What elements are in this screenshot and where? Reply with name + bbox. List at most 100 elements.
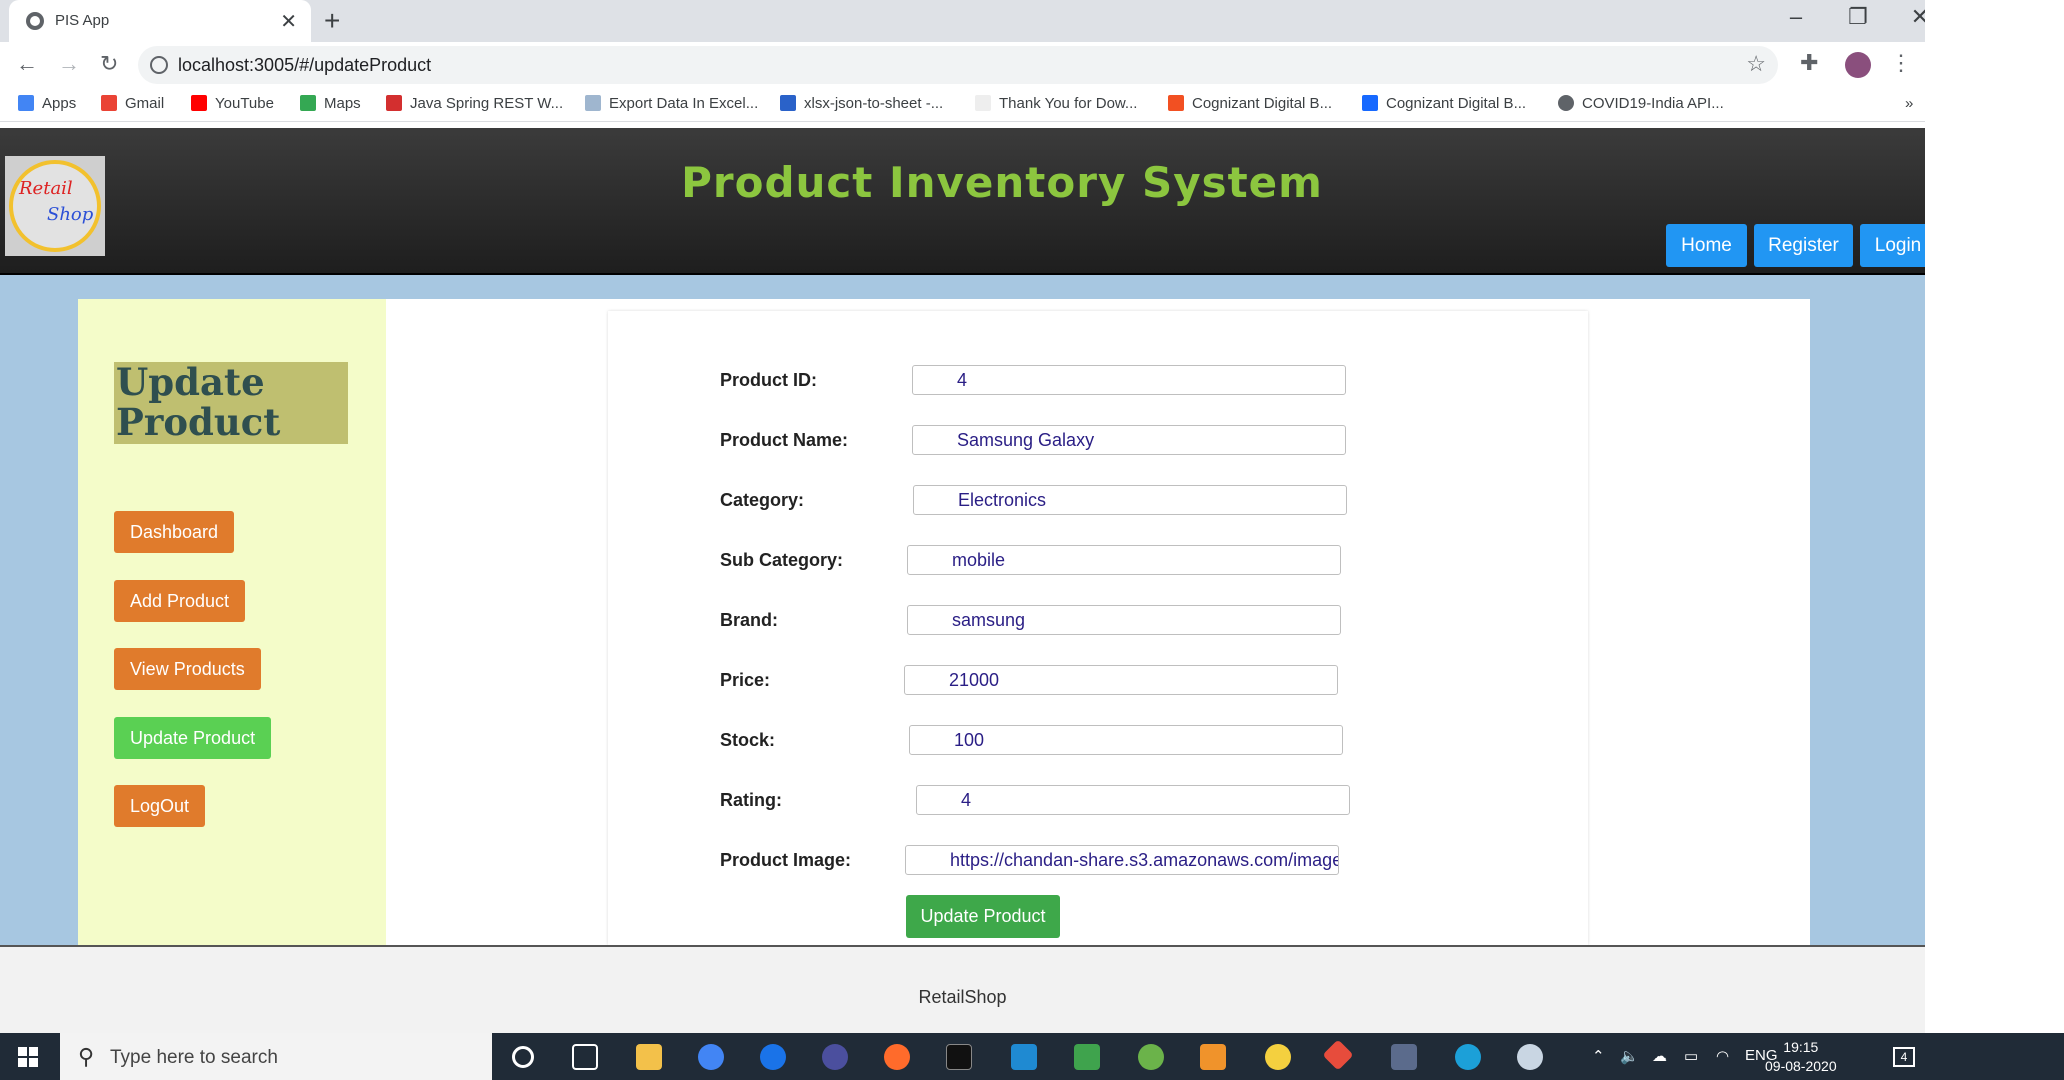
browser-toolbar: ← → ↻ localhost:3005/#/updateProduct ☆ ✚… <box>0 42 1925 88</box>
product-name-input[interactable] <box>912 425 1346 455</box>
internet-explorer-icon[interactable] <box>760 1044 786 1070</box>
rating-input[interactable] <box>916 785 1350 815</box>
star-icon[interactable]: ☆ <box>1746 51 1766 77</box>
menu-icon[interactable]: ⋮ <box>1890 50 1912 76</box>
search-icon: ⚲ <box>78 1044 95 1069</box>
bookmark-java-spring[interactable]: Java Spring REST W... <box>386 95 563 112</box>
battery-icon[interactable]: ▭ <box>1684 1047 1698 1065</box>
tab-title: PIS App <box>55 12 110 29</box>
app-icon[interactable] <box>1265 1044 1291 1070</box>
microsoft-icon <box>1168 95 1184 111</box>
paint-icon[interactable] <box>1517 1044 1543 1070</box>
info-icon[interactable] <box>150 56 168 74</box>
edge-icon[interactable] <box>1455 1044 1481 1070</box>
price-label: Price: <box>720 670 771 690</box>
windows-start-icon[interactable] <box>18 1047 38 1067</box>
footer-text: RetailShop <box>918 987 1007 1007</box>
eclipse-icon[interactable] <box>822 1044 848 1070</box>
rating-label: Rating: <box>720 790 782 810</box>
search-placeholder: Type here to search <box>110 1047 278 1068</box>
bolt-icon <box>780 95 796 111</box>
cortana-icon[interactable] <box>512 1046 534 1068</box>
add-product-button[interactable]: Add Product <box>114 580 246 622</box>
bookmark-cognizant-2[interactable]: Cognizant Digital B... <box>1362 95 1526 112</box>
bookmarks-bar: Apps Gmail YouTube Maps Java Spring REST… <box>0 88 1925 122</box>
chevron-up-icon[interactable]: ⌃ <box>1592 1047 1605 1065</box>
gmail-icon <box>101 95 117 111</box>
maps-icon <box>300 95 316 111</box>
brand-label: Brand: <box>720 610 778 630</box>
bookmark-youtube[interactable]: YouTube <box>191 95 274 112</box>
register-button[interactable]: Register <box>1754 224 1853 267</box>
product-image-input[interactable] <box>905 845 1339 875</box>
dashboard-button[interactable]: Dashboard <box>114 511 235 553</box>
url-text: localhost:3005/#/updateProduct <box>178 55 432 75</box>
volume-icon[interactable]: 🔈 <box>1620 1047 1639 1065</box>
category-label: Category: <box>720 490 805 510</box>
bookmark-thank-you[interactable]: Thank You for Dow... <box>975 95 1137 112</box>
reload-icon[interactable]: ↻ <box>100 51 118 77</box>
update-product-nav-button[interactable]: Update Product <box>114 717 272 759</box>
postman-icon[interactable] <box>884 1044 910 1070</box>
blank-area <box>1925 0 2064 1033</box>
product-id-input[interactable] <box>912 365 1346 395</box>
product-id-label: Product ID: <box>720 370 817 390</box>
back-icon[interactable]: ← <box>16 51 38 77</box>
bookmark-maps[interactable]: Maps <box>300 95 361 112</box>
sub-category-input[interactable] <box>907 545 1341 575</box>
forward-icon[interactable]: → <box>58 51 80 77</box>
browser-tab[interactable]: PIS App ✕ <box>9 0 311 42</box>
behance-icon <box>1362 95 1378 111</box>
bookmark-apps[interactable]: Apps <box>18 95 76 112</box>
android-icon[interactable] <box>1138 1044 1164 1070</box>
vscode-icon[interactable] <box>1011 1044 1037 1070</box>
file-explorer-icon[interactable] <box>636 1044 662 1070</box>
tp-icon <box>386 95 402 111</box>
terminal-icon[interactable] <box>946 1044 972 1070</box>
home-button[interactable]: Home <box>1666 224 1747 267</box>
address-bar[interactable]: localhost:3005/#/updateProduct ☆ <box>138 46 1778 84</box>
task-view-icon[interactable] <box>572 1044 598 1070</box>
notification-icon[interactable]: 4 <box>1893 1047 1915 1067</box>
bookmark-export-excel[interactable]: Export Data In Excel... <box>585 95 758 112</box>
notepad-plus-icon[interactable] <box>1074 1044 1100 1070</box>
bookmarks-overflow-icon[interactable]: » <box>1905 95 1913 112</box>
brand-input[interactable] <box>907 605 1341 635</box>
new-tab-icon[interactable]: + <box>324 5 340 37</box>
stock-label: Stock: <box>720 730 776 750</box>
product-name-label: Product Name: <box>720 430 849 450</box>
chrome-icon[interactable] <box>698 1044 724 1070</box>
extensions-icon[interactable]: ✚ <box>1800 50 1818 76</box>
sub-category-label: Sub Category: <box>720 550 844 570</box>
wifi-icon[interactable]: ◠ <box>1716 1047 1729 1065</box>
page-icon <box>585 95 601 111</box>
bookmark-covid-api[interactable]: COVID19-India API... <box>1558 95 1724 112</box>
restore-icon[interactable]: ❐ <box>1835 4 1881 30</box>
cloud-icon[interactable]: ☁ <box>1652 1047 1667 1065</box>
stock-input[interactable] <box>909 725 1343 755</box>
price-input[interactable] <box>904 665 1338 695</box>
clock[interactable]: 19:15 09-08-2020 <box>1765 1038 1837 1076</box>
product-image-label: Product Image: <box>720 850 852 870</box>
youtube-icon <box>191 95 207 111</box>
avatar[interactable] <box>1845 52 1871 78</box>
bookmark-xlsx-json[interactable]: xlsx-json-to-sheet -... <box>780 95 943 112</box>
globe-icon <box>1558 95 1574 111</box>
globe-icon <box>26 12 44 30</box>
window-app-icon[interactable] <box>1391 1044 1417 1070</box>
update-product-button[interactable]: Update Product <box>906 895 1060 938</box>
close-tab-icon[interactable]: ✕ <box>280 9 297 34</box>
apps-grid-icon <box>18 95 34 111</box>
ef-icon <box>975 95 991 111</box>
bookmark-cognizant-1[interactable]: Cognizant Digital B... <box>1168 95 1332 112</box>
logout-button[interactable]: LogOut <box>114 785 206 827</box>
sublime-icon[interactable] <box>1200 1044 1226 1070</box>
sidebar-title: Update Product <box>114 362 348 444</box>
bookmark-gmail[interactable]: Gmail <box>101 95 164 112</box>
page-title: Product Inventory System <box>681 158 1323 207</box>
view-products-button[interactable]: View Products <box>114 648 261 690</box>
browser-tabstrip: PIS App ✕ + – ❐ ✕ <box>0 0 1929 42</box>
taskbar-search[interactable]: ⚲ Type here to search <box>60 1033 492 1080</box>
category-input[interactable] <box>913 485 1347 515</box>
minimize-icon[interactable]: – <box>1773 4 1819 30</box>
